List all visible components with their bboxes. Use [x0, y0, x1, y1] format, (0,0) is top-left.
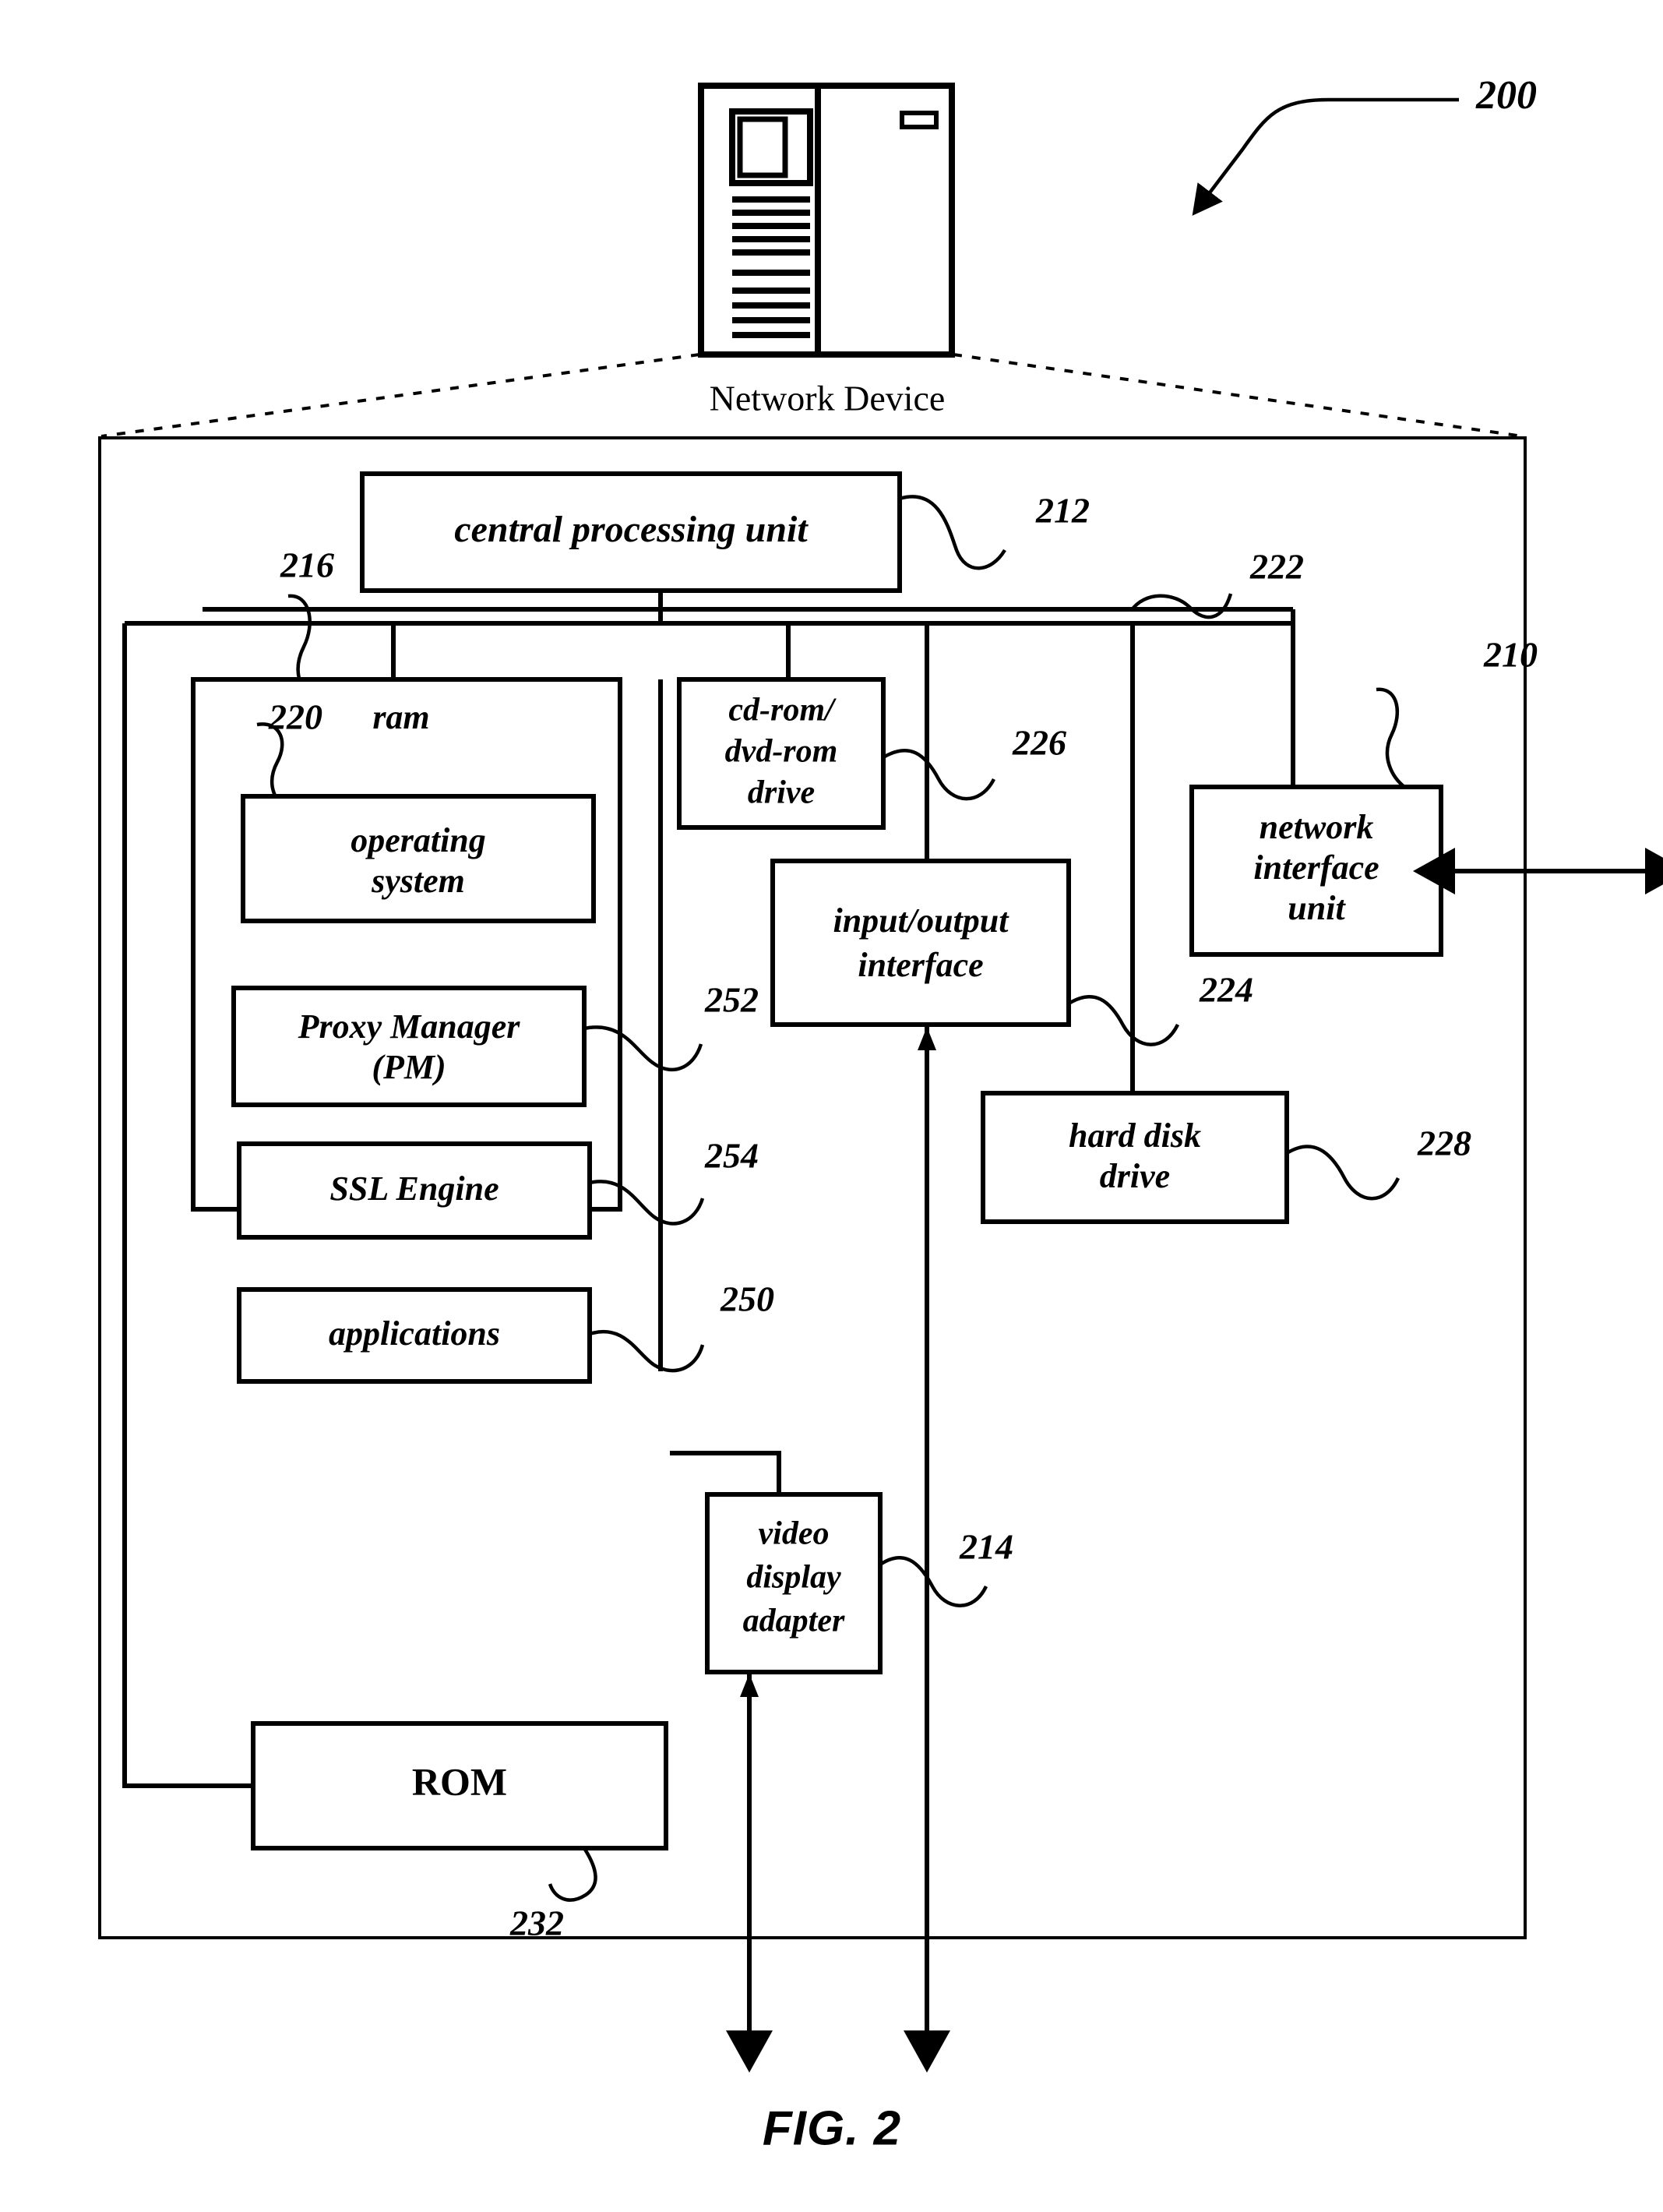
block-network-interface-unit: network interface unit [1189, 785, 1443, 957]
block-cdrom-dvdrom-drive: cd-rom/ dvd-rom drive [677, 677, 886, 830]
block-rom: ROM [251, 1721, 668, 1850]
block-proxy-manager: Proxy Manager (PM) [231, 986, 587, 1107]
reference-number-224: 224 [1199, 970, 1253, 1010]
cpu-label: central processing unit [454, 509, 809, 550]
block-video-display-adapter: video display adapter [705, 1492, 883, 1674]
io-interface-label-line1: input/output [833, 901, 1009, 940]
reference-number-228: 228 [1417, 1124, 1471, 1163]
block-operating-system: operating system [241, 794, 596, 923]
ram-label: ram [372, 698, 429, 736]
reference-number-212: 212 [1035, 491, 1090, 531]
io-interface-label-line2: interface [858, 946, 983, 984]
reference-number-222: 222 [1249, 547, 1304, 587]
leader-210 [1376, 687, 1406, 788]
hdd-label-line2: drive [1100, 1157, 1170, 1195]
nic-label-line3: unit [1288, 889, 1346, 927]
reference-number-214: 214 [959, 1527, 1013, 1567]
cdrom-label-line3: drive [748, 775, 815, 811]
reference-number-254: 254 [704, 1136, 759, 1176]
reference-number-232: 232 [509, 1903, 564, 1943]
hdd-label-line1: hard disk [1069, 1117, 1201, 1155]
block-hard-disk-drive: hard disk drive [981, 1091, 1289, 1224]
leader-250 [589, 1329, 705, 1373]
leader-222 [1129, 593, 1233, 619]
reference-number-210: 210 [1483, 635, 1538, 675]
vda-label-line1: video [759, 1516, 830, 1552]
proxy-manager-label-line1: Proxy Manager [298, 1007, 521, 1046]
operating-system-label-line2: system [371, 862, 465, 900]
reference-number-252: 252 [704, 980, 759, 1020]
leader-228 [1285, 1145, 1401, 1201]
vda-label-line3: adapter [743, 1603, 845, 1639]
cdrom-label-line1: cd-rom/ [728, 693, 837, 729]
reference-number-200: 200 [1475, 73, 1537, 118]
reference-number-220: 220 [268, 697, 322, 737]
block-cpu: central processing unit [360, 471, 902, 593]
leader-212 [899, 495, 1006, 570]
nic-label-line1: network [1260, 808, 1374, 846]
block-ram: ram [191, 677, 622, 1212]
vda-inbound-arrowhead [740, 1674, 759, 1697]
proxy-manager-label-line2: (PM) [372, 1048, 446, 1086]
server-tower-icon [698, 83, 955, 358]
figure-2-diagram: Network Device 200 central processing un… [98, 73, 1663, 2155]
network-device-caption: Network Device [710, 379, 946, 418]
nic-label-line2: interface [1253, 848, 1379, 887]
operating-system-label-line1: operating [351, 821, 486, 859]
block-input-output-interface: input/output interface [770, 859, 1071, 1027]
leader-224 [1067, 995, 1180, 1046]
reference-leader-200 [1192, 97, 1459, 216]
patent-figure-page: Network Device 200 central processing un… [0, 0, 1663, 2212]
reference-number-250: 250 [720, 1279, 774, 1319]
leader-232 [548, 1847, 597, 1902]
io-interface-inbound-arrowhead [918, 1027, 936, 1050]
cdrom-label-line2: dvd-rom [725, 734, 838, 770]
figure-caption: FIG. 2 [763, 2101, 901, 2155]
block-ssl-engine: SSL Engine [237, 1141, 592, 1240]
applications-label: applications [329, 1314, 500, 1353]
reference-number-226: 226 [1012, 723, 1066, 763]
reference-number-216: 216 [280, 545, 334, 585]
ssl-engine-label: SSL Engine [329, 1170, 499, 1208]
rom-label: ROM [412, 1759, 507, 1803]
block-applications: applications [237, 1287, 592, 1384]
leader-226 [882, 749, 996, 801]
vda-label-line2: display [746, 1560, 841, 1596]
